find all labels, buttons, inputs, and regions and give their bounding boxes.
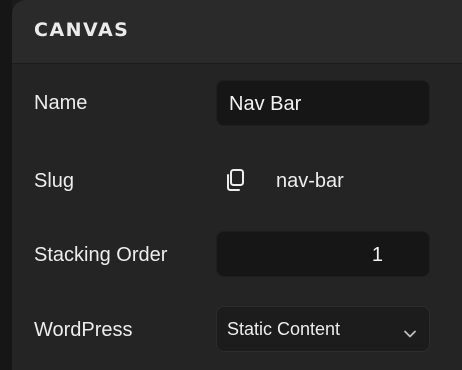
stacking-order-input[interactable]: 1 bbox=[216, 231, 430, 277]
slug-label: Slug bbox=[34, 170, 75, 192]
name-label: Name bbox=[34, 92, 88, 114]
chevron-down-icon bbox=[403, 326, 417, 338]
stacking-order-value: 1 bbox=[371, 244, 383, 266]
slug-value: nav-bar bbox=[276, 170, 344, 192]
copy-icon[interactable] bbox=[224, 168, 246, 192]
panel-title: CANVAS bbox=[34, 19, 130, 41]
panel-header: CANVAS bbox=[12, 0, 462, 64]
wordpress-select[interactable]: Static Content bbox=[216, 306, 430, 352]
wordpress-label: WordPress bbox=[34, 319, 133, 341]
name-input[interactable]: Nav Bar bbox=[216, 80, 430, 126]
left-strip bbox=[0, 0, 12, 370]
wordpress-value: Static Content bbox=[227, 319, 341, 339]
name-value: Nav Bar bbox=[229, 93, 302, 115]
stacking-order-label: Stacking Order bbox=[34, 244, 168, 266]
canvas-panel: CANVAS Name Nav Bar Slug nav-bar Stackin… bbox=[12, 0, 462, 370]
